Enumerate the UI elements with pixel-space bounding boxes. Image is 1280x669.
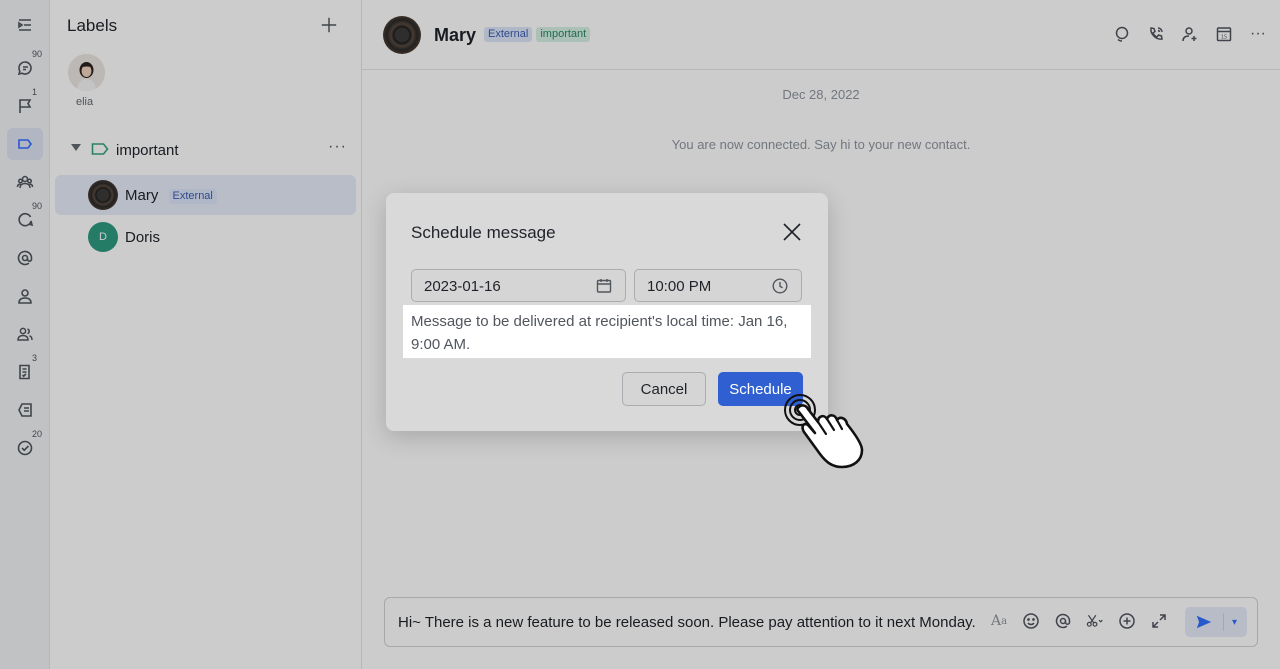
cancel-button[interactable]: Cancel	[622, 372, 706, 406]
date-picker[interactable]: 2023-01-16	[411, 269, 626, 302]
dialog-title: Schedule message	[411, 223, 556, 242]
clock-icon[interactable]	[771, 277, 789, 295]
time-value: 10:00 PM	[647, 278, 712, 295]
hand-pointer-cursor	[782, 392, 872, 470]
local-time-note: Message to be delivered at recipient's l…	[403, 305, 811, 358]
date-value: 2023-01-16	[424, 278, 501, 295]
time-picker[interactable]: 10:00 PM	[634, 269, 802, 302]
calendar-icon[interactable]	[595, 277, 613, 295]
close-icon[interactable]	[781, 221, 803, 243]
schedule-message-dialog: Schedule message 2023-01-16 10:00 PM Mes…	[386, 193, 828, 431]
